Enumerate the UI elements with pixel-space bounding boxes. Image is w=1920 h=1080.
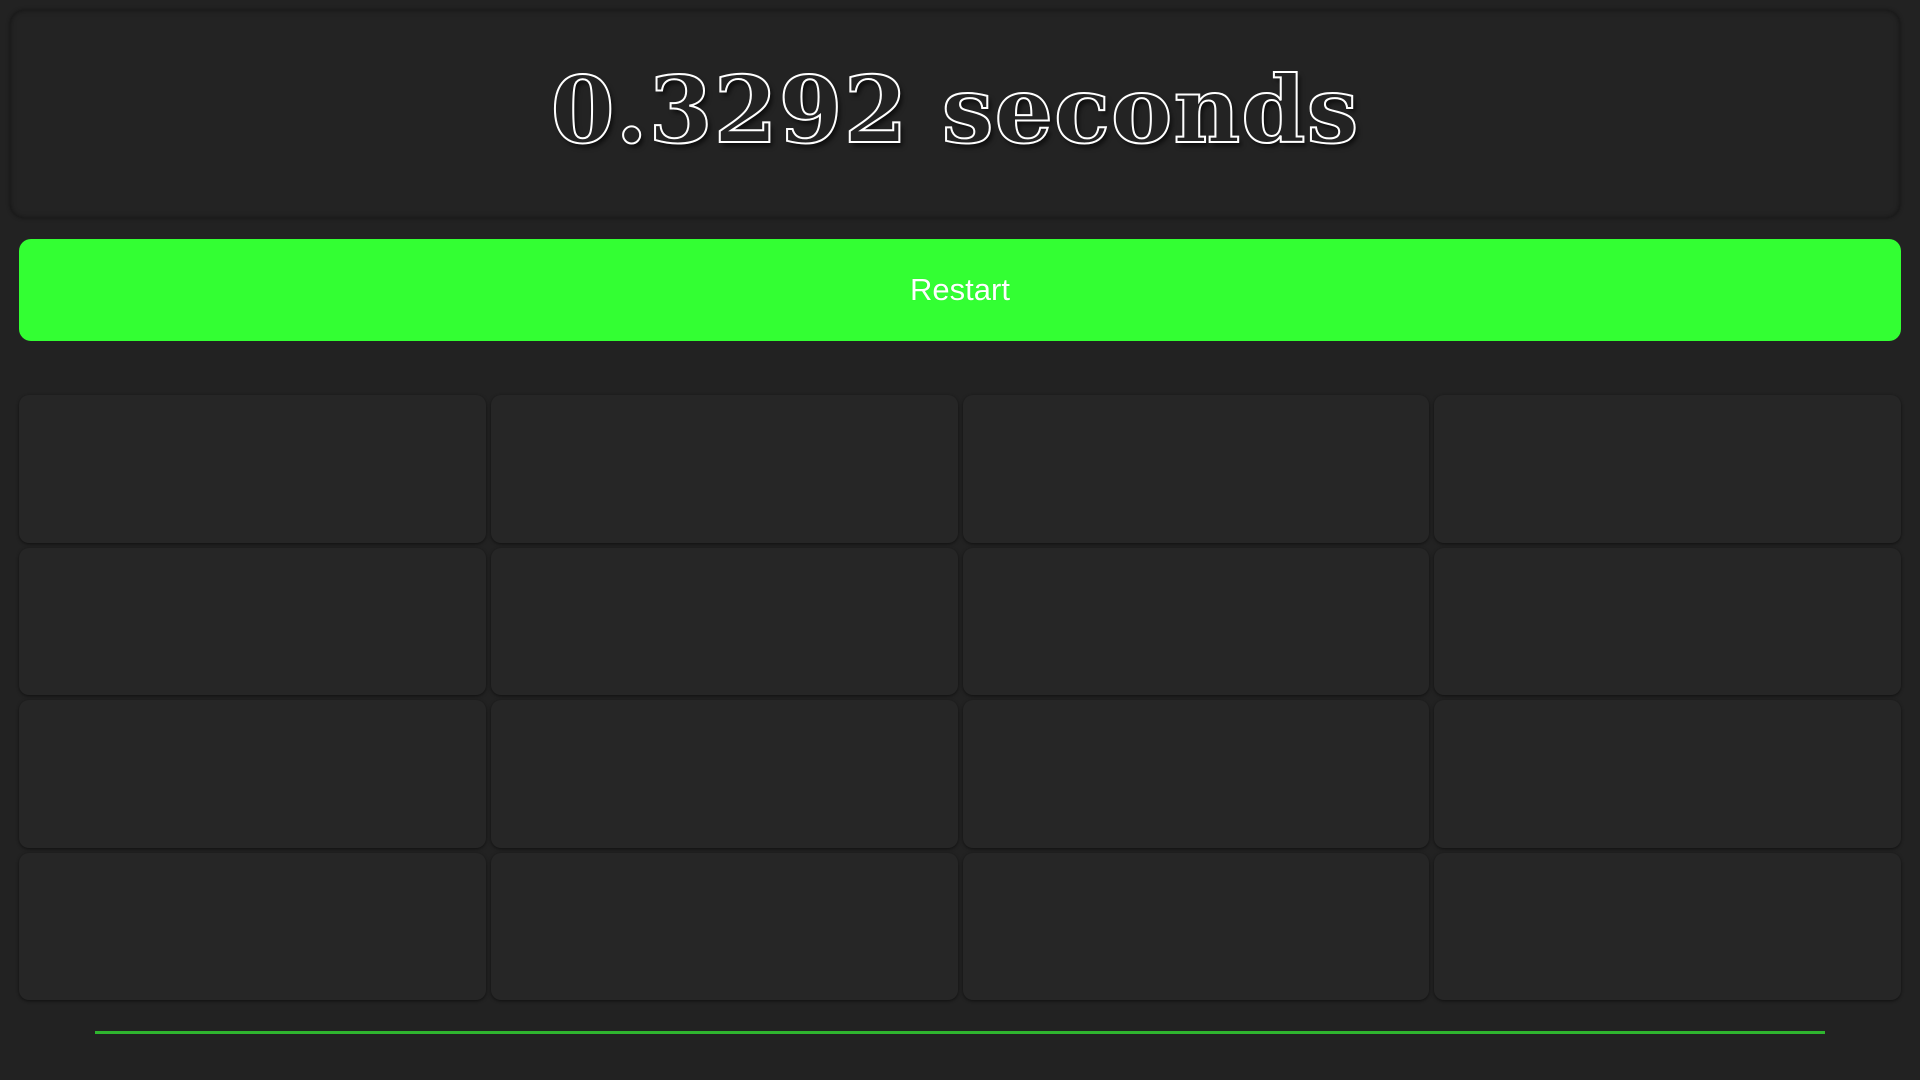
tile-grid [19, 395, 1901, 1000]
progress-bar [95, 1031, 1825, 1034]
grid-tile[interactable] [19, 547, 486, 695]
grid-tile[interactable] [1434, 395, 1901, 543]
grid-tile[interactable] [1434, 700, 1901, 848]
timer-panel: 0.3292 seconds [10, 10, 1900, 218]
grid-tile[interactable] [962, 852, 1430, 1000]
grid-tile[interactable] [1434, 547, 1901, 695]
grid-tile[interactable] [962, 700, 1430, 848]
grid-tile[interactable] [962, 547, 1430, 695]
timer-display: 0.3292 seconds [550, 55, 1360, 165]
game-page: 0.3292 seconds Restart [0, 0, 1920, 1080]
grid-tile[interactable] [490, 395, 958, 543]
progress-bar-fill [95, 1031, 1825, 1034]
grid-tile[interactable] [490, 700, 958, 848]
grid-tile[interactable] [490, 547, 958, 695]
grid-tile[interactable] [19, 700, 486, 848]
grid-tile[interactable] [19, 395, 486, 543]
grid-tile[interactable] [19, 852, 486, 1000]
grid-tile[interactable] [490, 852, 958, 1000]
restart-button[interactable]: Restart [19, 239, 1901, 341]
grid-tile[interactable] [1434, 852, 1901, 1000]
grid-tile[interactable] [962, 395, 1430, 543]
